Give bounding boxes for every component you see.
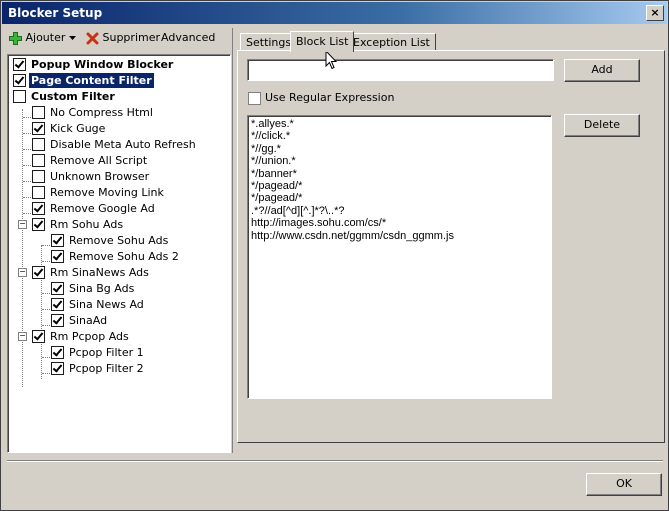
tree-item-label: Popup Window Blocker: [31, 58, 174, 71]
regex-checkbox[interactable]: [248, 92, 261, 105]
tree-item-checkbox[interactable]: [51, 250, 64, 263]
list-item[interactable]: http://images.sohu.com/cs/*: [251, 217, 548, 229]
tree-item-checkbox[interactable]: [51, 282, 64, 295]
tree-item-label: No Compress Html: [50, 106, 153, 119]
tree-item-checkbox[interactable]: [32, 202, 45, 215]
toolbar: Ajouter Supprimer Advanced: [7, 28, 229, 48]
list-item[interactable]: */pagead/*: [251, 192, 548, 204]
tree-item-checkbox[interactable]: [13, 74, 26, 87]
tree-item-label: Remove Sohu Ads 2: [69, 250, 179, 263]
tree-line: [23, 165, 31, 166]
tree-item-label: Disable Meta Auto Refresh: [50, 138, 196, 151]
close-button[interactable]: ×: [646, 5, 664, 21]
regex-label: Use Regular Expression: [265, 91, 395, 104]
delete-button[interactable]: Delete: [564, 114, 640, 137]
tree-item-label: Unknown Browser: [50, 170, 150, 183]
tree-line: [23, 197, 31, 198]
delete-label: Supprimer: [102, 31, 161, 44]
mouse-pointer-icon: [325, 50, 337, 70]
blocker-setup-window: Blocker Setup × Ajouter Supprimer Advanc…: [0, 0, 669, 511]
green-plus-icon: [9, 31, 22, 45]
tree-line: [23, 213, 31, 214]
tree-line: [23, 117, 31, 118]
pattern-input[interactable]: [247, 59, 554, 81]
list-item[interactable]: *.allyes.*: [251, 118, 548, 130]
collapse-sinanews-icon[interactable]: −: [18, 268, 27, 277]
tree-item-label: Rm Sohu Ads: [50, 218, 124, 231]
divider: [7, 460, 663, 462]
tree-item-label: Sina Bg Ads: [69, 282, 135, 295]
tree-line: [42, 357, 50, 358]
tree-item-checkbox[interactable]: [32, 170, 45, 183]
tree-item-label: Remove Google Ad: [50, 202, 155, 215]
list-item[interactable]: *//union.*: [251, 155, 548, 167]
collapse-pcpop-icon[interactable]: −: [18, 332, 27, 341]
tree-item-checkbox[interactable]: [32, 122, 45, 135]
tree-line: [42, 373, 50, 374]
advanced-button[interactable]: Advanced: [161, 30, 215, 46]
tree-item-checkbox[interactable]: [13, 58, 26, 71]
list-item[interactable]: .*?//ad[^d][^.]*?\..*?: [251, 205, 548, 217]
list-item[interactable]: */pagead/*: [251, 180, 548, 192]
ok-button[interactable]: OK: [586, 473, 662, 496]
tree-item-checkbox[interactable]: [32, 154, 45, 167]
tree-item-checkbox[interactable]: [32, 266, 45, 279]
tree-item-label: SinaAd: [69, 314, 108, 327]
window-title: Blocker Setup: [8, 6, 103, 20]
tree-item-checkbox[interactable]: [51, 346, 64, 359]
list-item[interactable]: http://www.csdn.net/ggmm/csdn_ggmm.js: [251, 230, 548, 242]
tree-item-checkbox[interactable]: [32, 218, 45, 231]
list-item[interactable]: *//gg.*: [251, 143, 548, 155]
tree-item-label: Remove All Script: [50, 154, 148, 167]
tree-item-label: Pcpop Filter 2: [69, 362, 144, 375]
tree-line: [22, 109, 23, 387]
tree-line: [42, 293, 50, 294]
tree-line: [23, 149, 31, 150]
tree-item-label: Rm SinaNews Ads: [50, 266, 149, 279]
tree-item-label: Kick Guge: [50, 122, 106, 135]
tree-item-checkbox[interactable]: [32, 138, 45, 151]
tab-block-list[interactable]: Block List: [290, 31, 355, 52]
tree-item-checkbox[interactable]: [32, 330, 45, 343]
tree-item-checkbox[interactable]: [32, 106, 45, 119]
tree-line: [42, 309, 50, 310]
tree-line: [42, 245, 50, 246]
tree-line: [41, 277, 42, 331]
tree-line: [42, 325, 50, 326]
tree-item-checkbox[interactable]: [51, 314, 64, 327]
block-list-box[interactable]: *.allyes.* *//click.* *//gg.* *//union.* */b…: [247, 115, 552, 399]
block-list-panel: Add Use Regular Expression *.allyes.* *//…: [237, 50, 665, 443]
list-item[interactable]: *//click.*: [251, 130, 548, 142]
collapse-sohu-icon[interactable]: −: [18, 220, 27, 229]
tree-item-checkbox[interactable]: [32, 186, 45, 199]
list-item[interactable]: */banner*: [251, 168, 548, 180]
tree-item-checkbox[interactable]: [51, 298, 64, 311]
tree-item-label: Pcpop Filter 1: [69, 346, 144, 359]
title-bar: Blocker Setup ×: [2, 2, 667, 24]
tree-item-checkbox[interactable]: [51, 234, 64, 247]
delete-button[interactable]: Supprimer: [86, 30, 160, 46]
add-menu-button[interactable]: Ajouter: [9, 30, 76, 46]
dropdown-arrow-icon: [68, 36, 76, 40]
red-x-icon: [86, 32, 99, 44]
tree-item-label: Page Content Filter: [29, 73, 154, 88]
tree-line: [42, 261, 50, 262]
tree-item-label: Rm Pcpop Ads: [50, 330, 129, 343]
add-button[interactable]: Add: [564, 59, 640, 82]
tree-item-label: Sina News Ad: [69, 298, 144, 311]
tree-line: [23, 133, 31, 134]
tree-item-label: Remove Sohu Ads: [69, 234, 169, 247]
tree-item-label: Remove Moving Link: [50, 186, 164, 199]
tree-item-checkbox[interactable]: [51, 362, 64, 375]
filter-tree[interactable]: − − − Popup Window Blocker Page Content F…: [7, 54, 231, 453]
add-menu-label: Ajouter: [25, 31, 66, 44]
splitter[interactable]: [232, 28, 233, 453]
tree-line: [23, 181, 31, 182]
tree-item-label: Custom Filter: [31, 90, 115, 103]
tree-item-checkbox[interactable]: [13, 90, 26, 103]
